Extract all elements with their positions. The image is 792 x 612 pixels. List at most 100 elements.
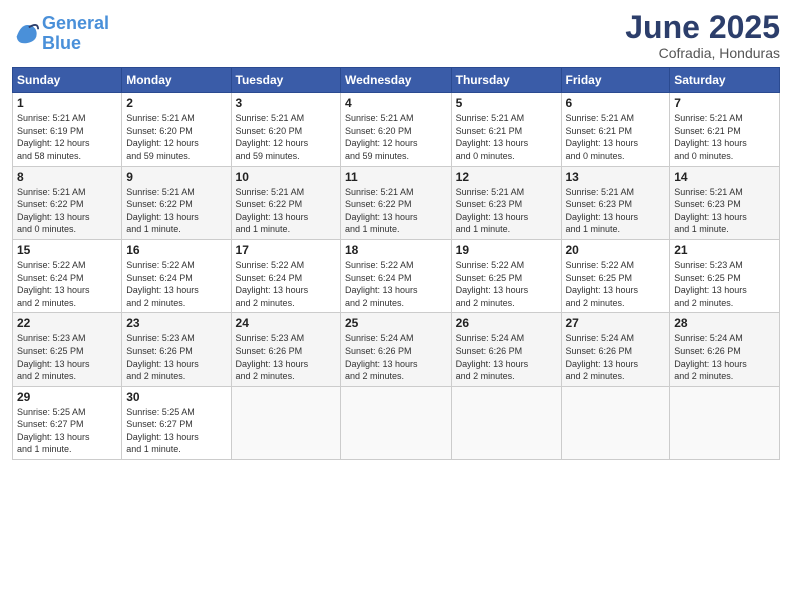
table-row: 17 Sunrise: 5:22 AM Sunset: 6:24 PM Dayli… xyxy=(231,239,340,312)
table-row: 1 Sunrise: 5:21 AM Sunset: 6:19 PM Daylig… xyxy=(13,93,122,166)
table-row: 16 Sunrise: 5:22 AM Sunset: 6:24 PM Dayli… xyxy=(122,239,231,312)
col-thursday: Thursday xyxy=(451,68,561,93)
table-row: 6Sunrise: 5:21 AM Sunset: 6:21 PM Daylig… xyxy=(561,93,670,166)
day-number: 27 xyxy=(566,316,666,330)
day-number: 4 xyxy=(345,96,447,110)
col-wednesday: Wednesday xyxy=(341,68,452,93)
day-number: 20 xyxy=(566,243,666,257)
day-info: Sunrise: 5:21 AM Sunset: 6:20 PM Dayligh… xyxy=(236,112,336,162)
day-info: Sunrise: 5:21 AM Sunset: 6:19 PM Dayligh… xyxy=(17,112,117,162)
calendar-row: 29 Sunrise: 5:25 AM Sunset: 6:27 PM Dayli… xyxy=(13,386,780,459)
month-title: June 2025 xyxy=(625,10,780,45)
day-number: 26 xyxy=(456,316,557,330)
day-number: 18 xyxy=(345,243,447,257)
day-number: 22 xyxy=(17,316,117,330)
table-row: 2Sunrise: 5:21 AM Sunset: 6:20 PM Daylig… xyxy=(122,93,231,166)
logo-icon xyxy=(12,18,40,46)
day-info: Sunrise: 5:21 AM Sunset: 6:21 PM Dayligh… xyxy=(566,112,666,162)
day-number: 1 xyxy=(17,96,117,110)
day-info: Sunrise: 5:24 AM Sunset: 6:26 PM Dayligh… xyxy=(566,332,666,382)
day-number: 30 xyxy=(126,390,226,404)
table-row: 13 Sunrise: 5:21 AM Sunset: 6:23 PM Dayli… xyxy=(561,166,670,239)
day-number: 15 xyxy=(17,243,117,257)
day-number: 25 xyxy=(345,316,447,330)
header: General Blue June 2025 Cofradia, Hondura… xyxy=(12,10,780,61)
calendar-row: 8Sunrise: 5:21 AM Sunset: 6:22 PM Daylig… xyxy=(13,166,780,239)
day-info: Sunrise: 5:22 AM Sunset: 6:25 PM Dayligh… xyxy=(456,259,557,309)
day-number: 11 xyxy=(345,170,447,184)
table-row: 9 Sunrise: 5:21 AM Sunset: 6:22 PM Daylig… xyxy=(122,166,231,239)
subtitle: Cofradia, Honduras xyxy=(625,45,780,61)
day-info: Sunrise: 5:22 AM Sunset: 6:24 PM Dayligh… xyxy=(17,259,117,309)
table-row: 29 Sunrise: 5:25 AM Sunset: 6:27 PM Dayli… xyxy=(13,386,122,459)
day-number: 9 xyxy=(126,170,226,184)
table-row: 27 Sunrise: 5:24 AM Sunset: 6:26 PM Dayli… xyxy=(561,313,670,386)
table-row: 20Sunrise: 5:22 AM Sunset: 6:25 PM Dayli… xyxy=(561,239,670,312)
table-row: 19 Sunrise: 5:22 AM Sunset: 6:25 PM Dayli… xyxy=(451,239,561,312)
day-info: Sunrise: 5:21 AM Sunset: 6:21 PM Dayligh… xyxy=(456,112,557,162)
day-info: Sunrise: 5:22 AM Sunset: 6:24 PM Dayligh… xyxy=(345,259,447,309)
day-info: Sunrise: 5:21 AM Sunset: 6:20 PM Dayligh… xyxy=(345,112,447,162)
table-row xyxy=(561,386,670,459)
day-info: Sunrise: 5:21 AM Sunset: 6:23 PM Dayligh… xyxy=(566,186,666,236)
day-number: 28 xyxy=(674,316,775,330)
day-info: Sunrise: 5:23 AM Sunset: 6:25 PM Dayligh… xyxy=(674,259,775,309)
day-info: Sunrise: 5:23 AM Sunset: 6:26 PM Dayligh… xyxy=(236,332,336,382)
header-row: Sunday Monday Tuesday Wednesday Thursday… xyxy=(13,68,780,93)
calendar-table: Sunday Monday Tuesday Wednesday Thursday… xyxy=(12,67,780,460)
day-info: Sunrise: 5:21 AM Sunset: 6:20 PM Dayligh… xyxy=(126,112,226,162)
day-number: 3 xyxy=(236,96,336,110)
day-number: 12 xyxy=(456,170,557,184)
day-number: 14 xyxy=(674,170,775,184)
table-row xyxy=(451,386,561,459)
table-row: 8Sunrise: 5:21 AM Sunset: 6:22 PM Daylig… xyxy=(13,166,122,239)
table-row: 4 Sunrise: 5:21 AM Sunset: 6:20 PM Daylig… xyxy=(341,93,452,166)
day-info: Sunrise: 5:22 AM Sunset: 6:24 PM Dayligh… xyxy=(236,259,336,309)
table-row: 14 Sunrise: 5:21 AM Sunset: 6:23 PM Dayli… xyxy=(670,166,780,239)
logo-line1: General xyxy=(42,13,109,33)
day-number: 13 xyxy=(566,170,666,184)
day-info: Sunrise: 5:24 AM Sunset: 6:26 PM Dayligh… xyxy=(674,332,775,382)
table-row: 15 Sunrise: 5:22 AM Sunset: 6:24 PM Dayli… xyxy=(13,239,122,312)
calendar-row: 15 Sunrise: 5:22 AM Sunset: 6:24 PM Dayli… xyxy=(13,239,780,312)
day-info: Sunrise: 5:24 AM Sunset: 6:26 PM Dayligh… xyxy=(456,332,557,382)
day-info: Sunrise: 5:21 AM Sunset: 6:22 PM Dayligh… xyxy=(345,186,447,236)
table-row: 28 Sunrise: 5:24 AM Sunset: 6:26 PM Dayli… xyxy=(670,313,780,386)
day-number: 29 xyxy=(17,390,117,404)
day-info: Sunrise: 5:21 AM Sunset: 6:21 PM Dayligh… xyxy=(674,112,775,162)
logo: General Blue xyxy=(12,14,109,54)
table-row: 24 Sunrise: 5:23 AM Sunset: 6:26 PM Dayli… xyxy=(231,313,340,386)
day-info: Sunrise: 5:25 AM Sunset: 6:27 PM Dayligh… xyxy=(17,406,117,456)
title-block: June 2025 Cofradia, Honduras xyxy=(625,10,780,61)
day-info: Sunrise: 5:22 AM Sunset: 6:24 PM Dayligh… xyxy=(126,259,226,309)
table-row: 22 Sunrise: 5:23 AM Sunset: 6:25 PM Dayli… xyxy=(13,313,122,386)
calendar-row: 22 Sunrise: 5:23 AM Sunset: 6:25 PM Dayli… xyxy=(13,313,780,386)
table-row xyxy=(670,386,780,459)
col-saturday: Saturday xyxy=(670,68,780,93)
calendar-body: 1 Sunrise: 5:21 AM Sunset: 6:19 PM Daylig… xyxy=(13,93,780,460)
col-friday: Friday xyxy=(561,68,670,93)
day-info: Sunrise: 5:23 AM Sunset: 6:25 PM Dayligh… xyxy=(17,332,117,382)
calendar-row: 1 Sunrise: 5:21 AM Sunset: 6:19 PM Daylig… xyxy=(13,93,780,166)
logo-text: General Blue xyxy=(42,14,109,54)
day-info: Sunrise: 5:24 AM Sunset: 6:26 PM Dayligh… xyxy=(345,332,447,382)
day-number: 19 xyxy=(456,243,557,257)
table-row: 11 Sunrise: 5:21 AM Sunset: 6:22 PM Dayli… xyxy=(341,166,452,239)
table-row: 3 Sunrise: 5:21 AM Sunset: 6:20 PM Daylig… xyxy=(231,93,340,166)
day-number: 17 xyxy=(236,243,336,257)
table-row: 5Sunrise: 5:21 AM Sunset: 6:21 PM Daylig… xyxy=(451,93,561,166)
table-row: 21 Sunrise: 5:23 AM Sunset: 6:25 PM Dayli… xyxy=(670,239,780,312)
col-monday: Monday xyxy=(122,68,231,93)
day-info: Sunrise: 5:21 AM Sunset: 6:23 PM Dayligh… xyxy=(456,186,557,236)
day-info: Sunrise: 5:21 AM Sunset: 6:22 PM Dayligh… xyxy=(126,186,226,236)
day-info: Sunrise: 5:21 AM Sunset: 6:22 PM Dayligh… xyxy=(17,186,117,236)
table-row: 25 Sunrise: 5:24 AM Sunset: 6:26 PM Dayli… xyxy=(341,313,452,386)
day-info: Sunrise: 5:25 AM Sunset: 6:27 PM Dayligh… xyxy=(126,406,226,456)
day-number: 16 xyxy=(126,243,226,257)
col-tuesday: Tuesday xyxy=(231,68,340,93)
page-container: General Blue June 2025 Cofradia, Hondura… xyxy=(0,0,792,470)
day-info: Sunrise: 5:21 AM Sunset: 6:23 PM Dayligh… xyxy=(674,186,775,236)
day-number: 24 xyxy=(236,316,336,330)
day-info: Sunrise: 5:21 AM Sunset: 6:22 PM Dayligh… xyxy=(236,186,336,236)
day-number: 21 xyxy=(674,243,775,257)
